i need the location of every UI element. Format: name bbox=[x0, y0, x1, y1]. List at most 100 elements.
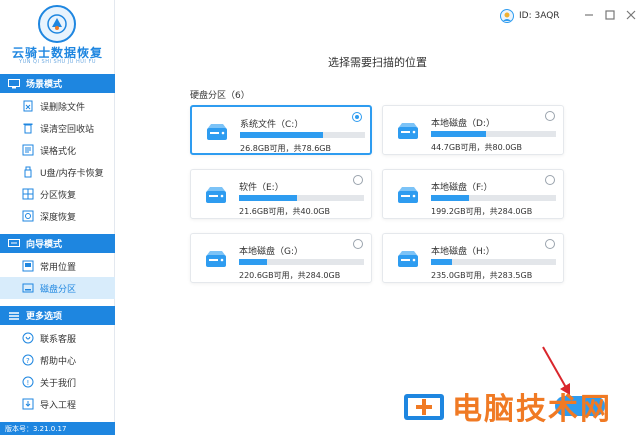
drive-card[interactable]: 软件（E:） 21.6GB可用，共40.0GB bbox=[190, 169, 372, 219]
drive-select-radio[interactable] bbox=[352, 112, 362, 122]
maximize-icon bbox=[605, 10, 615, 20]
sidebar-item-label: 误删除文件 bbox=[40, 102, 86, 113]
sidebar-item-label: 深度恢复 bbox=[40, 212, 77, 223]
drive-card[interactable]: 本地磁盘（G:） 220.6GB可用，共284.0GB bbox=[190, 233, 372, 283]
sidebar-item-label: 帮助中心 bbox=[40, 356, 77, 367]
drive-card[interactable]: 本地磁盘（F:） 199.2GB可用，共284.0GB bbox=[382, 169, 564, 219]
watermark: 电脑技术网 bbox=[400, 384, 640, 430]
section-label: 场景模式 bbox=[26, 80, 63, 90]
drive-capacity: 220.6GB可用，共284.0GB bbox=[239, 271, 341, 280]
sidebar-item-usb-card[interactable]: U盘/内存卡恢复 bbox=[0, 161, 115, 183]
sidebar-item-label: 分区恢复 bbox=[40, 190, 77, 201]
drive-select-radio[interactable] bbox=[545, 175, 555, 185]
close-button[interactable] bbox=[625, 9, 637, 21]
drive-usage-bar bbox=[240, 132, 365, 138]
drive-usage-fill bbox=[239, 195, 297, 201]
sidebar-item-deep-scan[interactable]: 深度恢复 bbox=[0, 205, 115, 227]
drive-capacity: 21.6GB可用，共40.0GB bbox=[239, 207, 330, 216]
drive-usage-bar bbox=[239, 259, 364, 265]
deep-scan-icon bbox=[22, 210, 34, 222]
hard-drive-icon bbox=[398, 251, 418, 267]
avatar-icon bbox=[500, 9, 514, 23]
menu-icon bbox=[9, 311, 19, 320]
location-icon bbox=[22, 260, 34, 272]
usb-drive-icon bbox=[24, 166, 32, 178]
monitor-icon bbox=[8, 78, 20, 88]
sidebar-item-help[interactable]: ? 帮助中心 bbox=[0, 349, 115, 371]
hard-drive-icon bbox=[206, 187, 226, 203]
sidebar-item-deleted-files[interactable]: 误删除文件 bbox=[0, 95, 115, 117]
drive-usage-bar bbox=[431, 195, 556, 201]
disk-icon bbox=[22, 283, 34, 293]
sidebar-item-label: 导入工程 bbox=[40, 400, 77, 411]
partition-icon bbox=[22, 188, 34, 200]
sidebar-item-disk-partition[interactable]: 磁盘分区 bbox=[0, 277, 115, 299]
drive-usage-fill bbox=[431, 195, 469, 201]
section-label: 向导模式 bbox=[26, 240, 63, 250]
drive-name: 本地磁盘（H:） bbox=[431, 247, 495, 257]
section-scene-mode[interactable]: 场景模式 bbox=[0, 74, 115, 93]
sidebar-item-partition[interactable]: 分区恢复 bbox=[0, 183, 115, 205]
sidebar-item-common-locations[interactable]: 常用位置 bbox=[0, 255, 115, 277]
drive-capacity: 44.7GB可用，共80.0GB bbox=[431, 143, 522, 152]
drive-name: 本地磁盘（F:） bbox=[431, 183, 493, 193]
svg-text:?: ? bbox=[26, 357, 30, 365]
hard-drive-icon bbox=[398, 187, 418, 203]
drive-select-radio[interactable] bbox=[353, 175, 363, 185]
close-icon bbox=[626, 10, 636, 20]
drive-usage-fill bbox=[431, 259, 453, 265]
minimize-icon bbox=[585, 14, 593, 16]
drive-card[interactable]: 本地磁盘（D:） 44.7GB可用，共80.0GB bbox=[382, 105, 564, 155]
hard-drive-icon bbox=[206, 251, 226, 267]
sidebar-item-import-project[interactable]: 导入工程 bbox=[0, 393, 115, 415]
knight-logo-icon bbox=[38, 5, 76, 43]
user-id-text: ID: 3AQR bbox=[519, 11, 560, 21]
user-id[interactable]: ID: 3AQR bbox=[500, 9, 560, 23]
help-icon: ? bbox=[22, 354, 34, 366]
drive-capacity: 199.2GB可用，共284.0GB bbox=[431, 207, 533, 216]
svg-text:!: ! bbox=[27, 379, 30, 387]
drive-usage-fill bbox=[240, 132, 323, 138]
sidebar-item-label: 磁盘分区 bbox=[40, 284, 77, 295]
sidebar-item-label: 常用位置 bbox=[40, 262, 77, 273]
import-icon bbox=[22, 398, 34, 410]
drive-select-radio[interactable] bbox=[353, 239, 363, 249]
version-label: 版本号：3.21.0.17 bbox=[0, 422, 115, 435]
drive-select-radio[interactable] bbox=[545, 111, 555, 121]
wizard-icon bbox=[8, 238, 20, 247]
watermark-logo-icon bbox=[404, 394, 444, 420]
drive-name: 本地磁盘（G:） bbox=[239, 247, 304, 257]
maximize-button[interactable] bbox=[604, 9, 616, 21]
section-label: 更多选项 bbox=[26, 312, 63, 322]
drive-capacity: 235.0GB可用，共283.5GB bbox=[431, 271, 533, 280]
recycle-bin-icon bbox=[23, 123, 33, 134]
drive-usage-bar bbox=[431, 259, 556, 265]
info-icon: ! bbox=[22, 376, 34, 388]
drive-usage-fill bbox=[239, 259, 267, 265]
delete-file-icon bbox=[23, 100, 33, 112]
sidebar-item-label: U盘/内存卡恢复 bbox=[40, 168, 104, 179]
format-icon bbox=[22, 144, 34, 156]
section-wizard-mode[interactable]: 向导模式 bbox=[0, 234, 115, 253]
drive-card[interactable]: 本地磁盘（H:） 235.0GB可用，共283.5GB bbox=[382, 233, 564, 283]
sidebar-item-recycle-bin[interactable]: 误清空回收站 bbox=[0, 117, 115, 139]
drive-usage-fill bbox=[431, 131, 486, 137]
sidebar-item-format[interactable]: 误格式化 bbox=[0, 139, 115, 161]
sidebar-item-label: 联系客服 bbox=[40, 334, 77, 345]
hard-drive-icon bbox=[398, 123, 418, 139]
drive-usage-bar bbox=[431, 131, 556, 137]
minimize-button[interactable] bbox=[583, 9, 595, 21]
section-more-options[interactable]: 更多选项 bbox=[0, 306, 115, 325]
drive-usage-bar bbox=[239, 195, 364, 201]
drive-capacity: 26.8GB可用，共78.6GB bbox=[240, 144, 331, 153]
sidebar-item-about[interactable]: ! 关于我们 bbox=[0, 371, 115, 393]
drive-card[interactable]: 系统文件（C:） 26.8GB可用，共78.6GB bbox=[190, 105, 372, 155]
drive-name: 本地磁盘（D:） bbox=[431, 119, 495, 129]
sidebar-item-label: 误清空回收站 bbox=[40, 124, 95, 135]
drive-name: 软件（E:） bbox=[239, 183, 284, 193]
sidebar-item-support[interactable]: 联系客服 bbox=[0, 327, 115, 349]
drive-select-radio[interactable] bbox=[545, 239, 555, 249]
support-icon bbox=[22, 332, 34, 344]
sidebar: 云骑士数据恢复 YUN QI SHI SHU JU HUI FU 场景模式 误删… bbox=[0, 0, 115, 435]
hard-drive-icon bbox=[207, 124, 227, 140]
